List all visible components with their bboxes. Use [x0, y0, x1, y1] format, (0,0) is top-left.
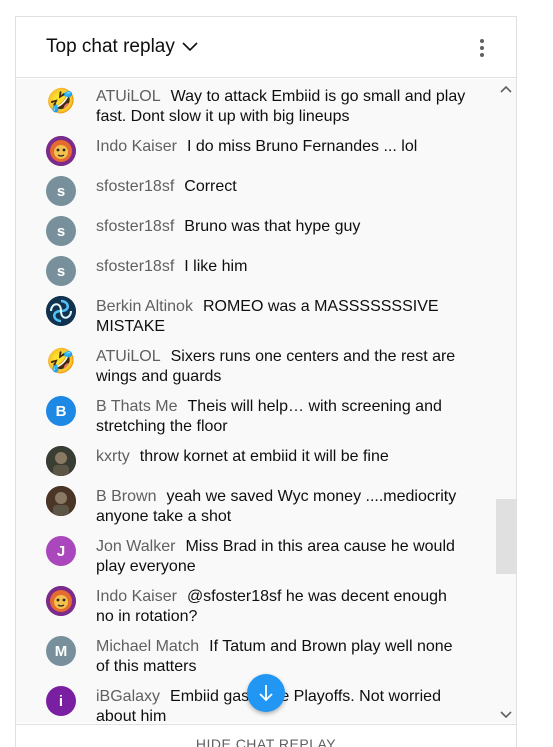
- message-content: ATUiLOL Sixers runs one centers and the r…: [96, 345, 466, 387]
- chat-message: B B Thats Me Theis will help… with screeni…: [46, 395, 466, 437]
- message-content: B Thats Me Theis will help… with screenin…: [96, 395, 466, 437]
- message-text: throw kornet at embiid it will be fine: [139, 448, 389, 465]
- chat-message: kxrty throw kornet at embiid it will be f…: [46, 445, 466, 476]
- avatar[interactable]: M: [46, 636, 76, 666]
- swirl-avatar[interactable]: [46, 296, 76, 326]
- message-author[interactable]: ATUiLOL: [96, 348, 161, 365]
- chat-message: s sfoster18sf I like him: [46, 255, 466, 286]
- lion-avatar[interactable]: [46, 586, 76, 616]
- avatar[interactable]: s: [46, 216, 76, 246]
- laughing-emoji-avatar[interactable]: 🤣: [46, 86, 76, 116]
- message-text: Correct: [184, 178, 237, 195]
- chat-message: s sfoster18sf Correct: [46, 175, 466, 206]
- message-text: I do miss Bruno Fernandes ... lol: [186, 138, 418, 155]
- avatar[interactable]: s: [46, 176, 76, 206]
- chat-message: Indo Kaiser @sfoster18sf he was decent en…: [46, 585, 466, 627]
- message-content: Berkin Altinok ROMEO was a MASSSSSSSIVE M…: [96, 295, 466, 337]
- chat-message-list[interactable]: 🤣 ATUiLOL Way to attack Embiid is go small…: [16, 79, 516, 723]
- photo-avatar[interactable]: [46, 486, 76, 516]
- avatar[interactable]: B: [46, 396, 76, 426]
- chat-footer: HIDE CHAT REPLAY: [16, 724, 516, 747]
- message-author[interactable]: Michael Match: [96, 638, 199, 655]
- avatar[interactable]: i: [46, 686, 76, 716]
- message-author[interactable]: sfoster18sf: [96, 258, 174, 275]
- message-author[interactable]: Indo Kaiser: [96, 588, 177, 605]
- avatar[interactable]: J: [46, 536, 76, 566]
- message-content: sfoster18sf Bruno was that hype guy: [96, 215, 360, 246]
- message-content: ATUiLOL Way to attack Embiid is go small …: [96, 85, 466, 127]
- message-author[interactable]: B Thats Me: [96, 398, 178, 415]
- avatar[interactable]: s: [46, 256, 76, 286]
- message-text: I like him: [184, 258, 248, 275]
- message-content: Indo Kaiser I do miss Bruno Fernandes ...…: [96, 135, 417, 166]
- scroll-down-icon[interactable]: [500, 707, 512, 719]
- photo-avatar[interactable]: [46, 446, 76, 476]
- message-text: Bruno was that hype guy: [184, 218, 361, 235]
- message-author[interactable]: Jon Walker: [96, 538, 175, 555]
- chat-scrollbar[interactable]: [496, 79, 516, 723]
- chat-message: M Michael Match If Tatum and Brown play we…: [46, 635, 466, 677]
- message-author[interactable]: kxrty: [96, 448, 130, 465]
- message-author[interactable]: B Brown: [96, 488, 156, 505]
- chat-mode-dropdown[interactable]: Top chat replay: [46, 36, 199, 58]
- more-options-icon[interactable]: [472, 37, 492, 59]
- message-author[interactable]: sfoster18sf: [96, 218, 174, 235]
- chat-message: 🤣 ATUiLOL Sixers runs one centers and the …: [46, 345, 466, 387]
- chat-message: Berkin Altinok ROMEO was a MASSSSSSSIVE M…: [46, 295, 466, 337]
- chat-message: s sfoster18sf Bruno was that hype guy: [46, 215, 466, 246]
- message-content: Indo Kaiser @sfoster18sf he was decent en…: [96, 585, 466, 627]
- message-author[interactable]: iBGalaxy: [96, 688, 160, 705]
- message-author[interactable]: sfoster18sf: [96, 178, 174, 195]
- chat-panel: Top chat replay 🤣 ATUiLOL Way to attack Em…: [15, 16, 517, 747]
- chat-message: Indo Kaiser I do miss Bruno Fernandes ...…: [46, 135, 466, 166]
- message-content: sfoster18sf Correct: [96, 175, 237, 206]
- chat-header: Top chat replay: [16, 17, 516, 78]
- arrow-down-icon: [259, 685, 273, 702]
- message-content: B Brown yeah we saved Wyc money ....medio…: [96, 485, 466, 527]
- lion-avatar[interactable]: [46, 136, 76, 166]
- chat-message: B Brown yeah we saved Wyc money ....medio…: [46, 485, 466, 527]
- chat-message: J Jon Walker Miss Brad in this area cause …: [46, 535, 466, 577]
- scrollbar-thumb[interactable]: [496, 499, 516, 574]
- jump-to-bottom-button[interactable]: [247, 674, 285, 712]
- message-content: Michael Match If Tatum and Brown play wel…: [96, 635, 466, 677]
- message-author[interactable]: Indo Kaiser: [96, 138, 177, 155]
- chat-title: Top chat replay: [46, 36, 175, 57]
- laughing-emoji-avatar[interactable]: 🤣: [46, 346, 76, 376]
- message-author[interactable]: ATUiLOL: [96, 88, 161, 105]
- message-content: kxrty throw kornet at embiid it will be f…: [96, 445, 389, 476]
- message-content: Jon Walker Miss Brad in this area cause h…: [96, 535, 466, 577]
- chat-message: 🤣 ATUiLOL Way to attack Embiid is go small…: [46, 85, 466, 127]
- message-content: sfoster18sf I like him: [96, 255, 247, 286]
- message-author[interactable]: Berkin Altinok: [96, 298, 193, 315]
- hide-chat-replay-button[interactable]: HIDE CHAT REPLAY: [16, 736, 516, 747]
- scroll-up-icon[interactable]: [500, 83, 512, 95]
- chevron-down-icon: [181, 38, 199, 56]
